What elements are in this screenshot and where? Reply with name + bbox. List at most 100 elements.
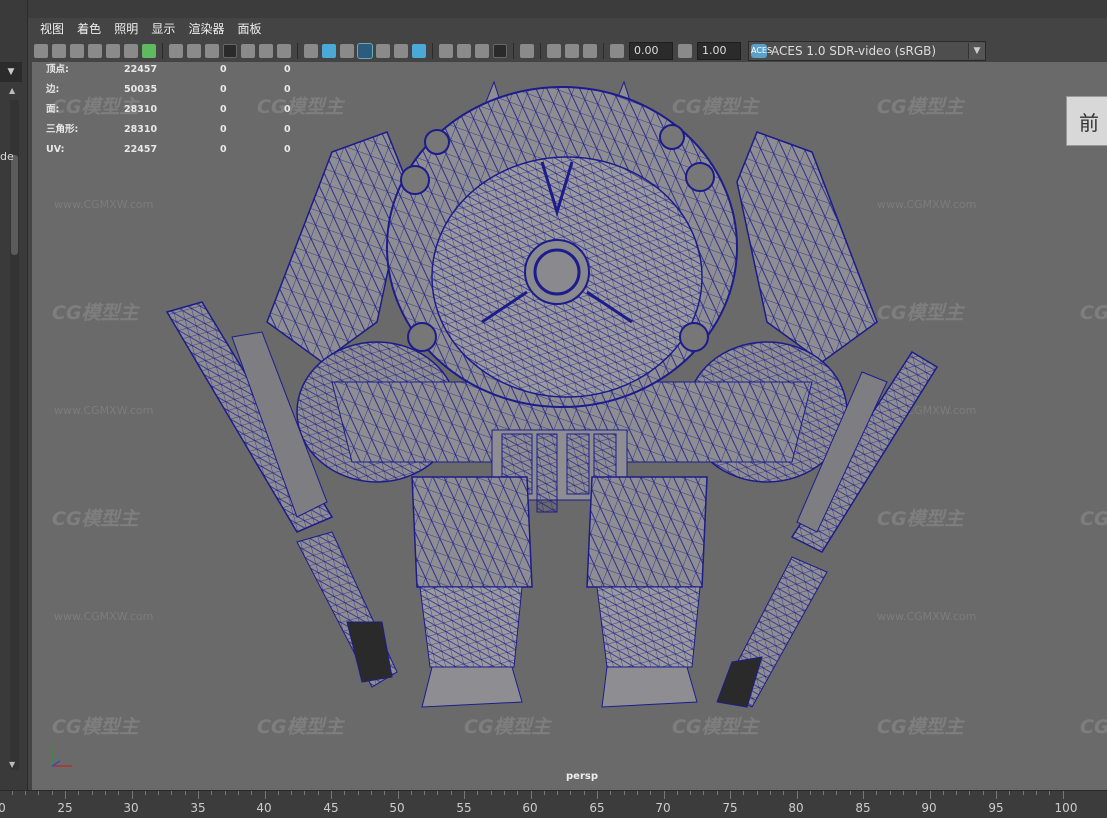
time-tick (650, 791, 652, 795)
grease-pencil-icon[interactable] (106, 44, 120, 58)
time-tick (144, 791, 146, 795)
time-tick (91, 791, 93, 795)
time-tick (38, 791, 40, 795)
isolate-select-icon[interactable] (520, 44, 534, 58)
field-chart-icon[interactable] (241, 44, 255, 58)
gamma-field[interactable]: 1.00 (697, 42, 741, 60)
time-tick (503, 791, 505, 795)
exposure-field[interactable]: 0.00 (629, 42, 673, 60)
title-strip (0, 0, 1107, 18)
time-tick (530, 791, 532, 799)
clipped-text: de (0, 150, 14, 163)
time-tick (956, 791, 958, 795)
menu-panels[interactable]: 面板 (238, 18, 262, 40)
shadows-icon[interactable] (412, 44, 426, 58)
time-tick (264, 791, 266, 799)
time-tick-label: 30 (123, 801, 139, 815)
xray-active-icon[interactable] (583, 44, 597, 58)
time-tick (769, 791, 771, 795)
xray-joints-icon[interactable] (565, 44, 579, 58)
time-tick (636, 791, 638, 795)
time-tick (118, 791, 120, 795)
color-space-dropdown[interactable]: ACES ACES 1.0 SDR-video (sRGB) ▼ (748, 41, 986, 61)
panel-toolbar: 0.00 1.00 ACES ACES 1.0 SDR-video (sRGB)… (32, 40, 1107, 62)
anti-aliasing-icon[interactable] (475, 44, 489, 58)
time-tick (1062, 791, 1064, 799)
wireframe-on-shaded-icon[interactable] (357, 43, 373, 59)
default-material-icon[interactable] (340, 44, 354, 58)
hud-row-uvs: UV: 22457 0 0 (46, 144, 291, 155)
time-tick (424, 791, 426, 795)
gamma-icon[interactable] (678, 44, 692, 58)
time-tick (583, 791, 585, 795)
time-tick (570, 791, 572, 795)
time-tick (676, 791, 678, 795)
time-tick (836, 791, 838, 795)
select-camera-icon[interactable] (34, 44, 48, 58)
time-tick (969, 791, 971, 795)
safe-action-icon[interactable] (259, 44, 273, 58)
time-tick (916, 791, 918, 795)
time-tick-label: 70 (655, 801, 671, 815)
wireframe-icon[interactable] (304, 44, 318, 58)
film-gate-icon[interactable] (187, 44, 201, 58)
menu-renderer[interactable]: 渲染器 (188, 18, 224, 40)
depth-of-field-icon[interactable] (493, 44, 507, 58)
perspective-viewport[interactable]: CG模型主 CG模型主 CG模型主 CG模型主 www.CGMXW.com ww… (32, 62, 1107, 790)
time-tick (304, 791, 306, 795)
scroll-up-icon[interactable]: ▲ (9, 86, 15, 95)
hud-row-vertices: 顶点: 22457 0 0 (46, 64, 291, 75)
time-tick-label: 35 (190, 801, 206, 815)
color-space-label: ACES 1.0 SDR-video (sRGB) (771, 44, 937, 58)
color-management-icon[interactable]: ACES (751, 44, 772, 58)
time-tick (823, 791, 825, 795)
panel-menu-bar: 视图 着色 照明 显示 渲染器 面板 (32, 18, 1107, 40)
2d-pan-zoom-icon[interactable] (124, 44, 138, 58)
motion-blur-icon[interactable] (457, 44, 471, 58)
hud-row-edges: 边: 50035 0 0 (46, 84, 291, 95)
menu-shading[interactable]: 着色 (77, 18, 101, 40)
time-tick (889, 791, 891, 795)
lights-icon[interactable] (394, 44, 408, 58)
time-tick (543, 791, 545, 795)
safe-title-icon[interactable] (277, 44, 291, 58)
pen-tool-icon[interactable] (142, 44, 156, 58)
viewcube[interactable]: 前 (1066, 96, 1107, 146)
time-tick (902, 791, 904, 795)
grid-icon[interactable] (169, 44, 183, 58)
textured-icon[interactable] (376, 44, 390, 58)
poly-count-hud: 顶点: 22457 0 0 边: 50035 0 0 面: 28310 0 0 … (46, 62, 291, 160)
resolution-gate-icon[interactable] (205, 44, 219, 58)
smooth-shade-icon[interactable] (322, 44, 336, 58)
robot-wireframe-model[interactable] (32, 62, 1107, 790)
menu-view[interactable]: 视图 (40, 18, 64, 40)
time-tick (610, 791, 612, 795)
time-tick-label: 60 (522, 801, 538, 815)
time-tick (131, 791, 133, 799)
left-panel-dropdown[interactable]: ▼ (0, 62, 22, 82)
camera-attributes-icon[interactable] (52, 44, 66, 58)
camera-label: persp (566, 771, 598, 782)
menu-show[interactable]: 显示 (151, 18, 175, 40)
exposure-icon[interactable] (610, 44, 624, 58)
time-tick (171, 791, 173, 795)
menu-lighting[interactable]: 照明 (114, 18, 138, 40)
time-tick-label: 0 (0, 801, 6, 815)
time-tick-label: 50 (389, 801, 405, 815)
time-tick (1049, 791, 1051, 795)
image-plane-icon[interactable] (88, 44, 102, 58)
chevron-down-icon[interactable]: ▼ (968, 43, 985, 59)
ambient-occlusion-icon[interactable] (439, 44, 453, 58)
time-tick (690, 791, 692, 795)
time-tick (490, 791, 492, 795)
time-tick (184, 791, 186, 795)
gate-mask-icon[interactable] (223, 44, 237, 58)
time-tick (863, 791, 864, 799)
xray-icon[interactable] (547, 44, 561, 58)
left-scrollbar-thumb[interactable] (11, 155, 18, 255)
bookmark-icon[interactable] (70, 44, 84, 58)
time-tick (370, 791, 372, 795)
time-tick (437, 791, 439, 795)
scroll-down-icon[interactable]: ▼ (9, 760, 15, 769)
time-slider[interactable]: 0 25 30 35 40 45 50 55 60 65 70 75 80 85… (0, 790, 1107, 818)
